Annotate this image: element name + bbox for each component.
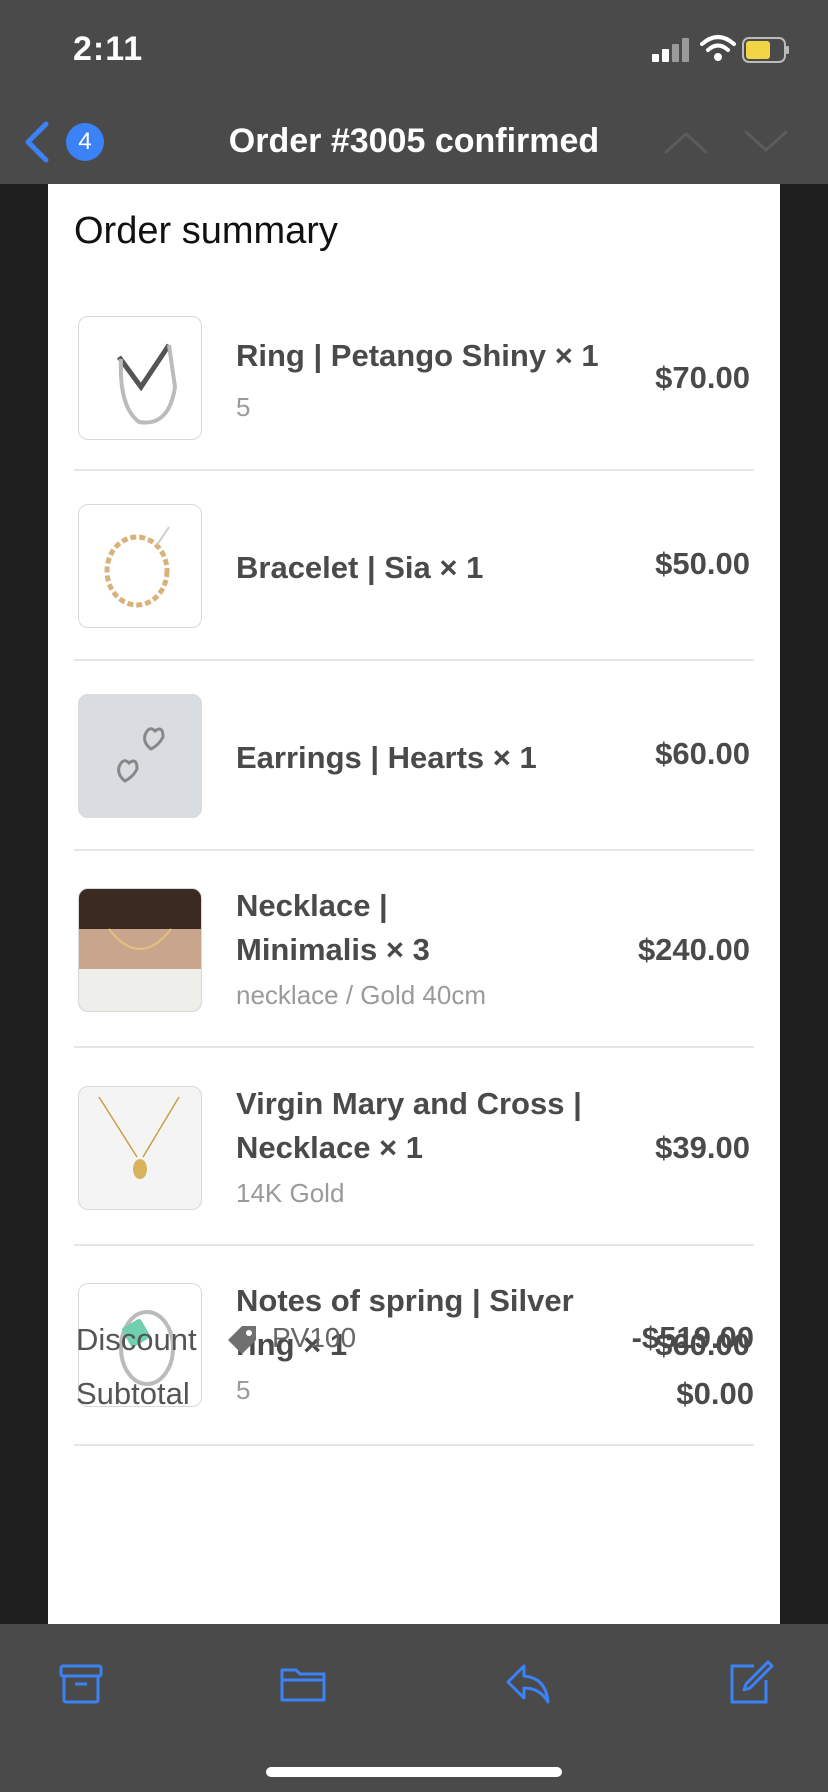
item-price: $60.00 — [655, 736, 750, 771]
reply-icon[interactable] — [502, 1658, 552, 1708]
folder-icon[interactable] — [278, 1658, 328, 1708]
chevron-up-icon[interactable] — [664, 130, 708, 154]
divider — [74, 1046, 754, 1048]
status-time: 2:11 — [73, 30, 144, 68]
order-summary-card: Order summary Ring | Petango Shiny × 1 5… — [48, 184, 780, 1624]
home-indicator — [266, 1767, 562, 1777]
bottom-toolbar — [0, 1624, 828, 1792]
discount-value: -$519.00 — [631, 1320, 754, 1355]
list-item[interactable]: Earrings | Hearts × 1 $60.00 — [74, 694, 754, 834]
list-item[interactable]: Notes of spring | Silver ring × 1 5 $60.… — [74, 1279, 754, 1449]
list-item[interactable]: Bracelet | Sia × 1 $50.00 — [74, 504, 754, 644]
list-item[interactable]: Ring | Petango Shiny × 1 5 $70.00 — [74, 314, 754, 454]
compose-icon[interactable] — [724, 1658, 774, 1708]
divider — [74, 469, 754, 471]
cellular-signal-icon — [652, 38, 689, 62]
item-price: $39.00 — [655, 1130, 750, 1165]
item-name: Ring | Petango Shiny × 1 — [236, 338, 599, 373]
order-summary-heading: Order summary — [74, 210, 338, 252]
nav-bar: 4 Order #3005 confirmed — [0, 100, 828, 184]
item-variant: 5 — [236, 1375, 251, 1405]
divider — [74, 1244, 754, 1246]
wifi-icon — [700, 35, 736, 61]
item-variant: 14K Gold — [236, 1178, 345, 1208]
necklace-image — [78, 888, 202, 1012]
tag-icon — [228, 1326, 256, 1354]
divider — [74, 1444, 754, 1446]
item-name: Virgin Mary and Cross | Necklace × 1 — [236, 1086, 582, 1165]
earrings-image — [78, 694, 202, 818]
subtotal-value: $0.00 — [676, 1376, 754, 1411]
status-bar: 2:11 — [0, 0, 828, 100]
divider — [74, 849, 754, 851]
chevron-down-icon[interactable] — [744, 130, 788, 154]
item-variant: necklace / Gold 40cm — [236, 980, 487, 1010]
discount-code: PV100 — [272, 1322, 357, 1353]
bracelet-image — [78, 504, 202, 628]
item-price: $240.00 — [637, 932, 750, 967]
pendant-image — [78, 1086, 202, 1210]
item-price: $50.00 — [655, 546, 750, 581]
item-name: Necklace | Minimalis × 3 — [236, 888, 430, 967]
list-item[interactable]: Virgin Mary and Cross | Necklace × 1 14K… — [74, 1082, 754, 1252]
battery-icon — [742, 37, 789, 63]
archive-icon[interactable] — [56, 1658, 106, 1708]
list-item[interactable]: Necklace | Minimalis × 3 necklace / Gold… — [74, 884, 754, 1054]
divider — [74, 659, 754, 661]
item-name: Bracelet | Sia × 1 — [236, 550, 484, 585]
item-price: $70.00 — [655, 360, 750, 395]
item-variant: 5 — [236, 392, 251, 422]
ring-image — [78, 316, 202, 440]
item-name: Earrings | Hearts × 1 — [236, 740, 537, 775]
subtotal-label: Subtotal — [76, 1376, 190, 1411]
discount-label: Discount — [76, 1322, 197, 1357]
